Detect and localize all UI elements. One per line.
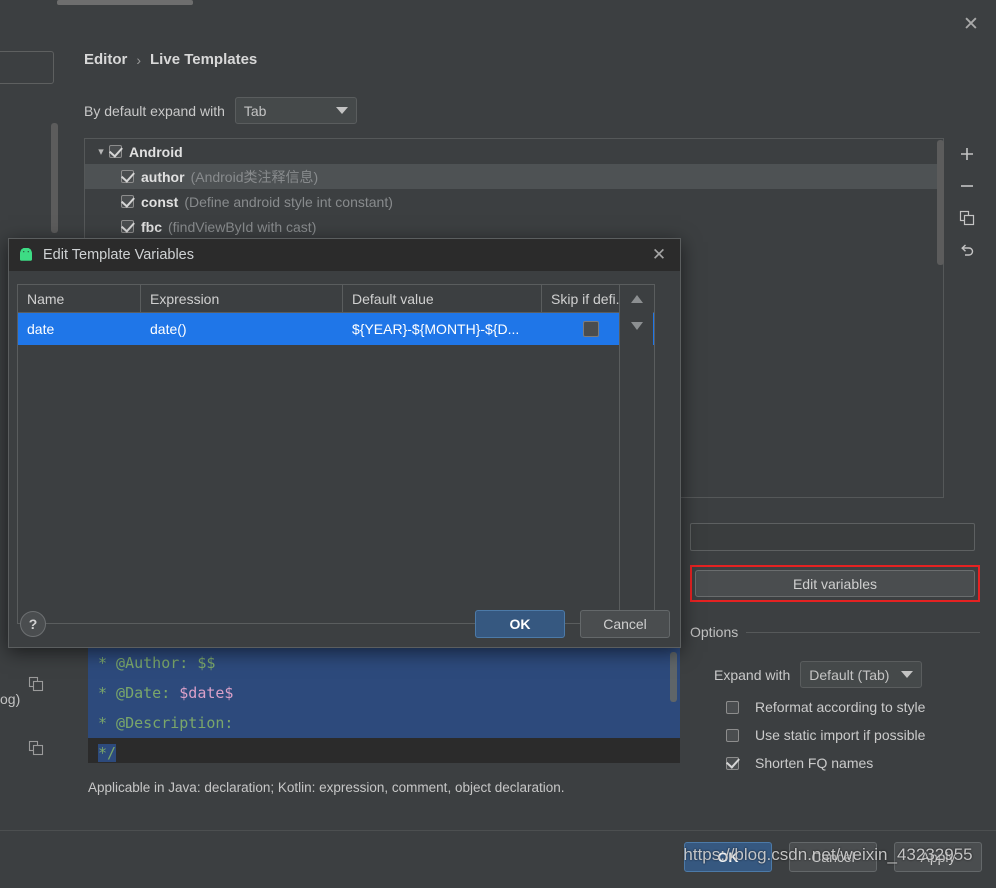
code-line-date: * @Date: $date$ [88,678,680,708]
default-expand-select[interactable]: Tab [235,97,357,124]
revert-template-button[interactable] [952,236,982,264]
move-down-button[interactable] [620,312,653,339]
editor-scrollbar[interactable] [670,652,677,702]
chevron-down-icon[interactable]: ▾ [93,145,109,158]
template-checkbox[interactable] [121,195,134,208]
template-row-fbc[interactable]: fbc (findViewById with cast) [85,214,943,239]
template-row-author[interactable]: author (Android类注释信息) [85,164,943,189]
move-up-button[interactable] [620,285,653,312]
copy-icon[interactable] [28,676,44,692]
minus-icon [959,178,975,194]
column-header-name[interactable]: Name [18,285,141,312]
variables-table[interactable]: Name Expression Default value Skip if de… [17,284,655,624]
default-expand-label: By default expand with [84,103,225,119]
template-label: author [141,169,185,185]
top-horizontal-scrollbar[interactable] [57,0,193,5]
expand-with-label: Expand with [714,667,790,683]
options-section-header: Options [690,623,980,641]
template-group-checkbox[interactable] [109,145,122,158]
chevron-down-icon [336,107,348,114]
breadcrumb: Editor › Live Templates [84,51,257,68]
templates-toolbar [950,140,984,264]
code-line-description: * @Description: [88,708,680,738]
template-label: fbc [141,219,162,235]
duplicate-template-button[interactable] [952,204,982,232]
code-line-author: * @Author: $$ [88,648,680,678]
remove-template-button[interactable] [952,172,982,200]
column-header-default-value[interactable]: Default value [343,285,542,312]
code-line-end: */ [88,738,680,763]
abbreviation-input[interactable] [690,523,975,551]
edit-variables-button[interactable]: Edit variables [695,570,975,597]
page-title: Live Templates [150,51,257,68]
edit-template-variables-dialog: Edit Template Variables ✕ Name Expressio… [8,238,681,648]
template-text-editor[interactable]: * @Author: $$ * @Date: $date$ * @Descrip… [88,648,680,763]
option-shorten-fq-names[interactable]: Shorten FQ names [726,755,873,771]
checkbox[interactable] [726,757,739,770]
options-label: Options [690,624,738,640]
dialog-titlebar[interactable]: Edit Template Variables ✕ [9,239,680,271]
table-scroll-controls [619,285,653,623]
templates-list-scrollbar[interactable] [937,140,944,265]
template-checkbox[interactable] [121,220,134,233]
dialog-title: Edit Template Variables [43,247,194,263]
dialog-cancel-button[interactable]: Cancel [580,610,670,638]
table-header-row: Name Expression Default value Skip if de… [18,285,654,313]
code-date-variable: $date$ [179,684,233,702]
option-use-static-import[interactable]: Use static import if possible [726,727,925,743]
option-reformat-according-to-style[interactable]: Reformat according to style [726,699,925,715]
template-row-const[interactable]: const (Define android style int constant… [85,189,943,214]
divider [746,632,980,633]
breadcrumb-parent[interactable]: Editor [84,51,127,68]
default-expand-row: By default expand with Tab [84,97,357,124]
template-checkbox[interactable] [121,170,134,183]
option-label: Use static import if possible [755,727,925,743]
expand-with-row: Expand with Default (Tab) [714,661,922,688]
breadcrumb-separator-icon: › [136,52,141,68]
triangle-up-icon [630,294,644,304]
close-icon[interactable]: ✕ [958,11,984,37]
checkbox[interactable] [726,701,739,714]
add-template-button[interactable] [952,140,982,168]
template-group-label: Android [129,144,183,160]
template-description: (findViewById with cast) [168,219,316,235]
copy-icon [959,210,975,226]
undo-icon [959,242,975,258]
option-label: Shorten FQ names [755,755,873,771]
expand-with-value: Default (Tab) [809,667,889,683]
expand-with-select[interactable]: Default (Tab) [800,661,922,688]
template-group-row[interactable]: ▾ Android [85,139,943,164]
template-description: (Android类注释信息) [191,167,319,187]
template-label: const [141,194,178,210]
default-expand-value: Tab [244,103,324,119]
code-date-prefix: * @Date: [98,684,179,702]
truncated-description-fragment: og) [0,691,20,707]
checkbox[interactable] [726,729,739,742]
template-description: (Define android style int constant) [184,194,393,210]
edit-variables-highlight: Edit variables [690,565,980,602]
option-label: Reformat according to style [755,699,925,715]
cell-name[interactable]: date [18,313,141,345]
plus-icon [959,146,975,162]
chevron-down-icon [901,671,913,678]
help-button[interactable]: ? [20,611,46,637]
triangle-down-icon [630,321,644,331]
watermark: https://blog.csdn.net/weixin_43232955 [660,845,996,865]
skip-if-defined-checkbox[interactable] [583,321,599,337]
code-line-end-text: */ [98,744,116,762]
applicable-context-label: Applicable in Java: declaration; Kotlin:… [88,780,708,795]
column-header-expression[interactable]: Expression [141,285,343,312]
settings-tree-scrollbar[interactable] [51,123,58,233]
cell-expression[interactable]: date() [141,313,343,345]
table-row[interactable]: date date() ${YEAR}-${MONTH}-${D... [18,313,654,345]
android-icon [17,248,35,262]
cell-default-value[interactable]: ${YEAR}-${MONTH}-${D... [343,313,542,345]
dialog-ok-button[interactable]: OK [475,610,565,638]
close-icon[interactable]: ✕ [648,244,670,266]
settings-search-input[interactable] [0,51,54,84]
copy-icon[interactable] [28,740,44,756]
